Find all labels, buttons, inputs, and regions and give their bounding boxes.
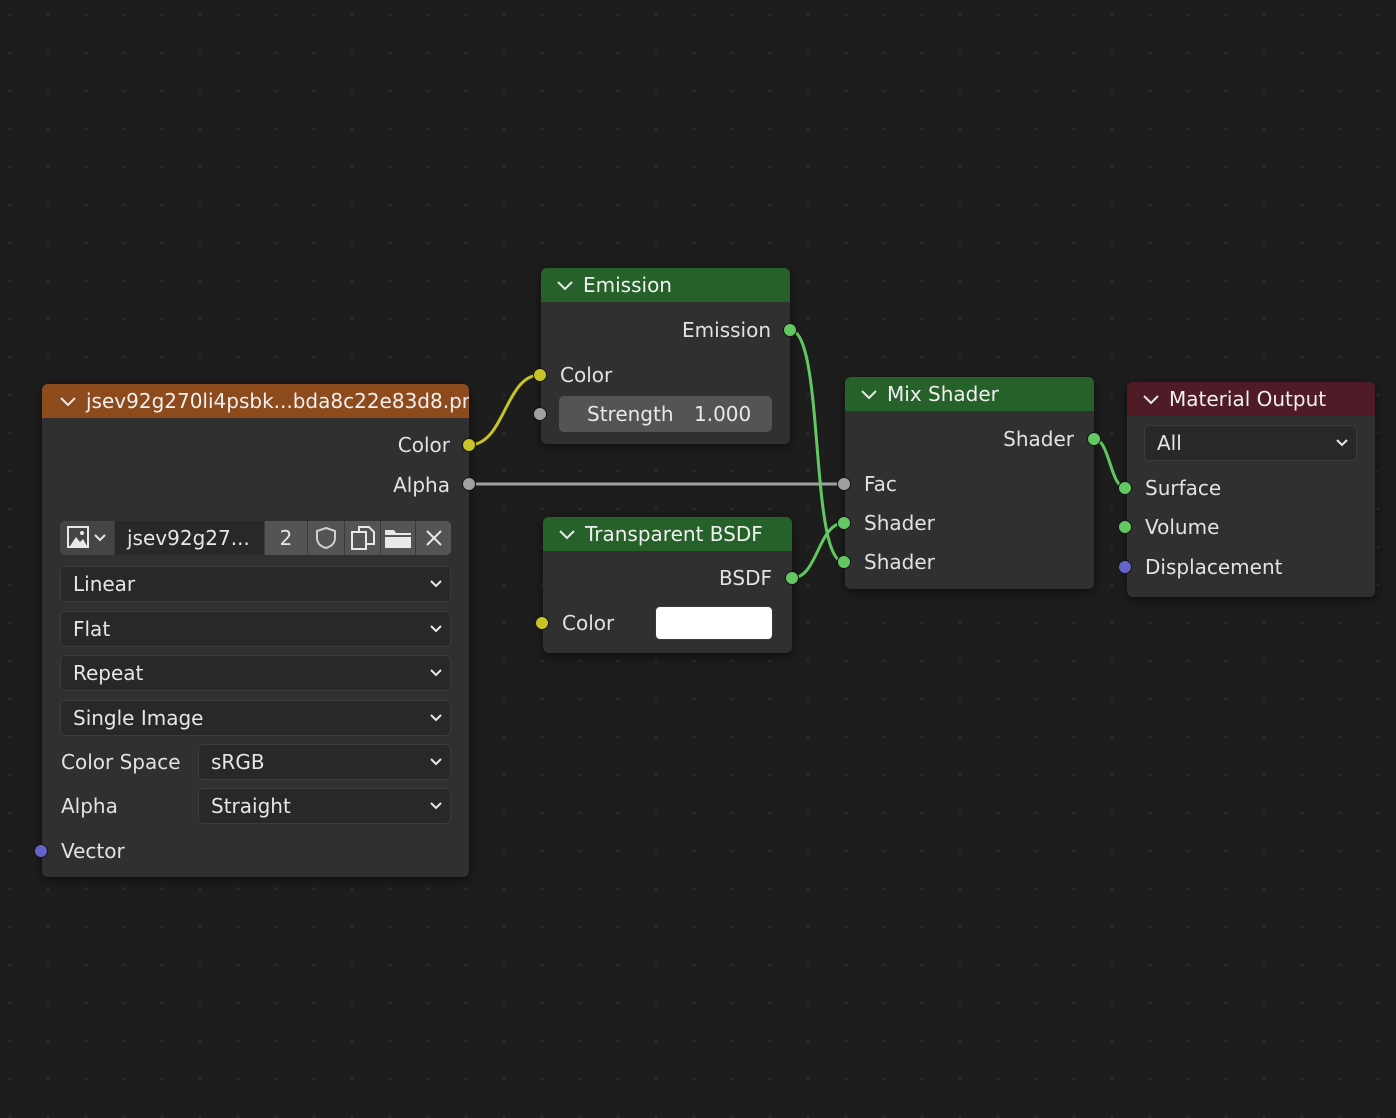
image-icon (67, 526, 89, 548)
mix-shader-node-header[interactable]: Mix Shader (845, 377, 1094, 411)
output-target-value: All (1157, 431, 1182, 455)
image-texture-node[interactable]: jsev92g270li4psbk...bda8c22e83d8.png Col… (42, 384, 469, 877)
transparent-color-label: Color (562, 611, 615, 635)
open-image-button[interactable] (381, 521, 416, 555)
collapse-chevron-icon[interactable] (58, 391, 78, 411)
alpha-mode-value: Straight (211, 794, 291, 818)
duplicate-icon (350, 526, 375, 550)
emission-strength-input-socket[interactable] (533, 407, 547, 421)
emission-color-label: Color (560, 363, 613, 387)
strength-field[interactable]: Strength 1.000 (559, 396, 772, 432)
node-title: jsev92g270li4psbk...bda8c22e83d8.png (86, 389, 469, 413)
image-name-field[interactable]: jsev92g27... (115, 521, 265, 555)
projection-value: Flat (73, 617, 111, 641)
transparent-bsdf-node-header[interactable]: Transparent BSDF (543, 517, 792, 551)
alpha-mode-label: Alpha (61, 794, 118, 818)
chevron-down-icon (430, 758, 442, 766)
extension-dropdown[interactable]: Repeat (60, 655, 451, 691)
vector-input-label: Vector (61, 839, 125, 863)
chevron-down-icon (94, 534, 106, 542)
emission-color-input-socket[interactable] (533, 368, 547, 382)
emission-output-label: Emission (682, 318, 771, 342)
color-swatch[interactable] (655, 606, 773, 640)
link-transparent-to-mix-shader1[interactable] (791, 521, 845, 580)
emission-output-socket[interactable] (783, 323, 797, 337)
collapse-chevron-icon[interactable] (555, 275, 575, 295)
shader1-input-label: Shader (864, 511, 935, 535)
volume-input-socket[interactable] (1118, 520, 1132, 534)
collapse-chevron-icon[interactable] (1141, 389, 1161, 409)
fac-input-label: Fac (864, 472, 897, 496)
image-alpha-output-socket[interactable] (462, 477, 476, 491)
mix-shader-node[interactable]: Mix Shader Shader Fac Shader Shader (845, 377, 1094, 589)
image-vector-input-socket[interactable] (34, 844, 48, 858)
chevron-down-icon (430, 802, 442, 810)
user-count: 2 (279, 526, 293, 550)
output-alpha-label: Alpha (393, 473, 450, 497)
shield-icon (316, 526, 336, 550)
image-datablock-selector[interactable]: jsev92g27... 2 (60, 521, 451, 555)
transparent-color-input-socket[interactable] (535, 616, 549, 630)
source-dropdown[interactable]: Single Image (60, 700, 451, 736)
node-title: Material Output (1169, 387, 1327, 411)
collapse-chevron-icon[interactable] (859, 384, 879, 404)
collapse-chevron-icon[interactable] (557, 524, 577, 544)
interpolation-value: Linear (73, 572, 136, 596)
mix-shader1-input-socket[interactable] (837, 516, 851, 530)
displacement-input-label: Displacement (1145, 555, 1283, 579)
close-icon (425, 530, 442, 546)
folder-icon (385, 530, 411, 548)
color-space-label: Color Space (61, 750, 181, 774)
alpha-mode-dropdown[interactable]: Straight (198, 788, 451, 824)
image-color-output-socket[interactable] (462, 438, 476, 452)
link-emission-to-mix-shader2[interactable] (789, 328, 845, 564)
shader2-input-label: Shader (864, 550, 935, 574)
strength-label: Strength (587, 402, 674, 426)
emission-node-header[interactable]: Emission (541, 268, 790, 302)
link-image-color-to-emission-color[interactable] (468, 373, 541, 447)
chevron-down-icon (430, 580, 442, 588)
volume-input-label: Volume (1145, 515, 1220, 539)
emission-node[interactable]: Emission Emission Color Strength 1.000 (541, 268, 790, 444)
output-target-dropdown[interactable]: All (1144, 425, 1357, 461)
surface-input-label: Surface (1145, 476, 1222, 500)
node-title: Emission (583, 273, 672, 297)
source-value: Single Image (73, 706, 204, 730)
mix-fac-input-socket[interactable] (837, 477, 851, 491)
new-image-button[interactable] (345, 521, 381, 555)
node-title: Mix Shader (887, 382, 999, 406)
mix-output-socket[interactable] (1087, 432, 1101, 446)
interpolation-dropdown[interactable]: Linear (60, 566, 451, 602)
chevron-down-icon (430, 625, 442, 633)
image-texture-node-header[interactable]: jsev92g270li4psbk...bda8c22e83d8.png (42, 384, 469, 418)
color-space-value: sRGB (211, 750, 265, 774)
fake-user-button[interactable] (308, 521, 345, 555)
projection-dropdown[interactable]: Flat (60, 611, 451, 647)
unlink-image-button[interactable] (416, 521, 451, 555)
node-title: Transparent BSDF (585, 522, 763, 546)
transparent-bsdf-node[interactable]: Transparent BSDF BSDF Color (543, 517, 792, 653)
bsdf-output-label: BSDF (719, 566, 772, 590)
image-name: jsev92g27... (127, 526, 250, 550)
material-output-node[interactable]: Material Output All Surface Volume Displ… (1127, 382, 1375, 597)
chevron-down-icon (1336, 439, 1348, 447)
mix-shader2-input-socket[interactable] (837, 555, 851, 569)
chevron-down-icon (430, 714, 442, 722)
color-space-dropdown[interactable]: sRGB (198, 744, 451, 780)
material-output-node-header[interactable]: Material Output (1127, 382, 1375, 416)
mix-output-label: Shader (1003, 427, 1074, 451)
chevron-down-icon (430, 669, 442, 677)
output-color-label: Color (397, 433, 450, 457)
image-browse-button[interactable] (60, 521, 115, 555)
surface-input-socket[interactable] (1118, 481, 1132, 495)
strength-value: 1.000 (694, 402, 752, 426)
user-count-button[interactable]: 2 (265, 521, 308, 555)
displacement-input-socket[interactable] (1118, 560, 1132, 574)
extension-value: Repeat (73, 661, 144, 685)
bsdf-output-socket[interactable] (785, 571, 799, 585)
